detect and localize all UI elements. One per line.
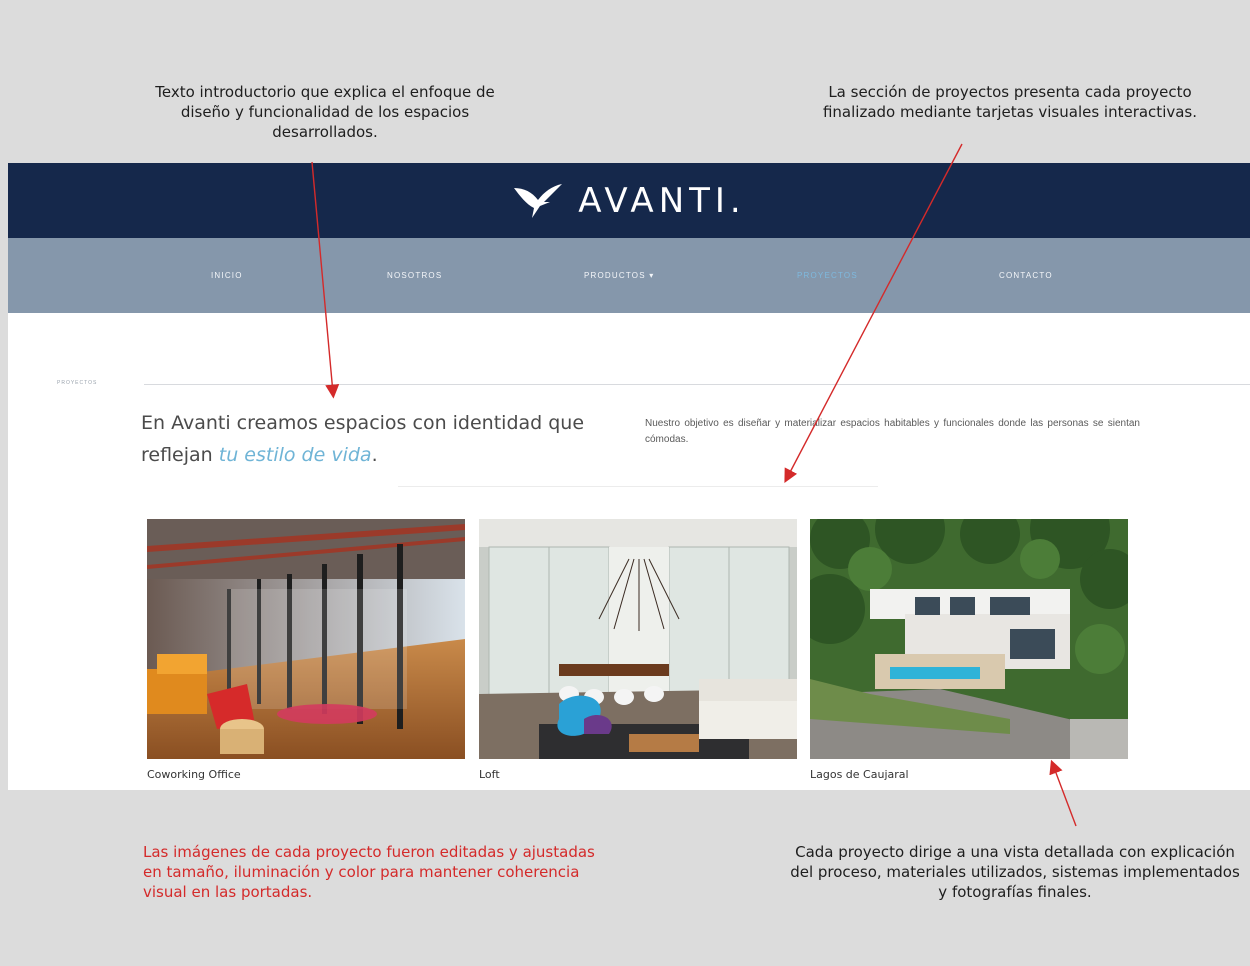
brand-logo[interactable]: AVANTI. [578,181,745,221]
project-image-loft[interactable] [479,519,797,759]
section-headline: En Avanti creamos espacios con identidad… [141,407,591,471]
annotation-projects-section: La sección de proyectos presenta cada pr… [822,83,1198,121]
project-title[interactable]: Loft [479,768,797,781]
project-image-coworking[interactable] [147,519,465,759]
project-title[interactable]: Lagos de Caujaral [810,768,1128,781]
annotation-image-editing: Las imágenes de cada proyecto fueron edi… [143,843,595,901]
nav-item-inicio[interactable]: INICIO [211,271,243,280]
project-card-loft[interactable]: Loft [479,519,797,781]
project-card-lagos-de-caujaral[interactable]: Lagos de Caujaral [810,519,1128,781]
intro-paragraph: Nuestro objetivo es diseñar y materializ… [645,418,1140,445]
breadcrumb[interactable]: PROYECTOS [57,380,97,386]
site-header: AVANTI. [8,163,1250,238]
annotation-intro-text: Texto introductorio que explica el enfoq… [155,83,495,141]
headline-end: . [371,444,378,466]
project-card-coworking[interactable]: Coworking Office [147,519,465,781]
nav-item-nosotros[interactable]: NOSOTROS [387,271,442,280]
nav-item-contacto[interactable]: CONTACTO [999,271,1053,280]
project-image-lagos-de-caujaral[interactable] [810,519,1128,759]
bird-logo-icon [514,183,563,218]
nav-item-productos[interactable]: PRODUCTOS ▾ [584,271,654,280]
project-title[interactable]: Coworking Office [147,768,465,781]
annotation-detail-view: Cada proyecto dirige a una vista detalla… [790,843,1240,901]
nav-item-proyectos[interactable]: PROYECTOS [797,271,858,280]
headline-accent: tu estilo de vida [218,444,372,466]
section-divider-line [144,384,1250,385]
content-divider [398,486,878,487]
